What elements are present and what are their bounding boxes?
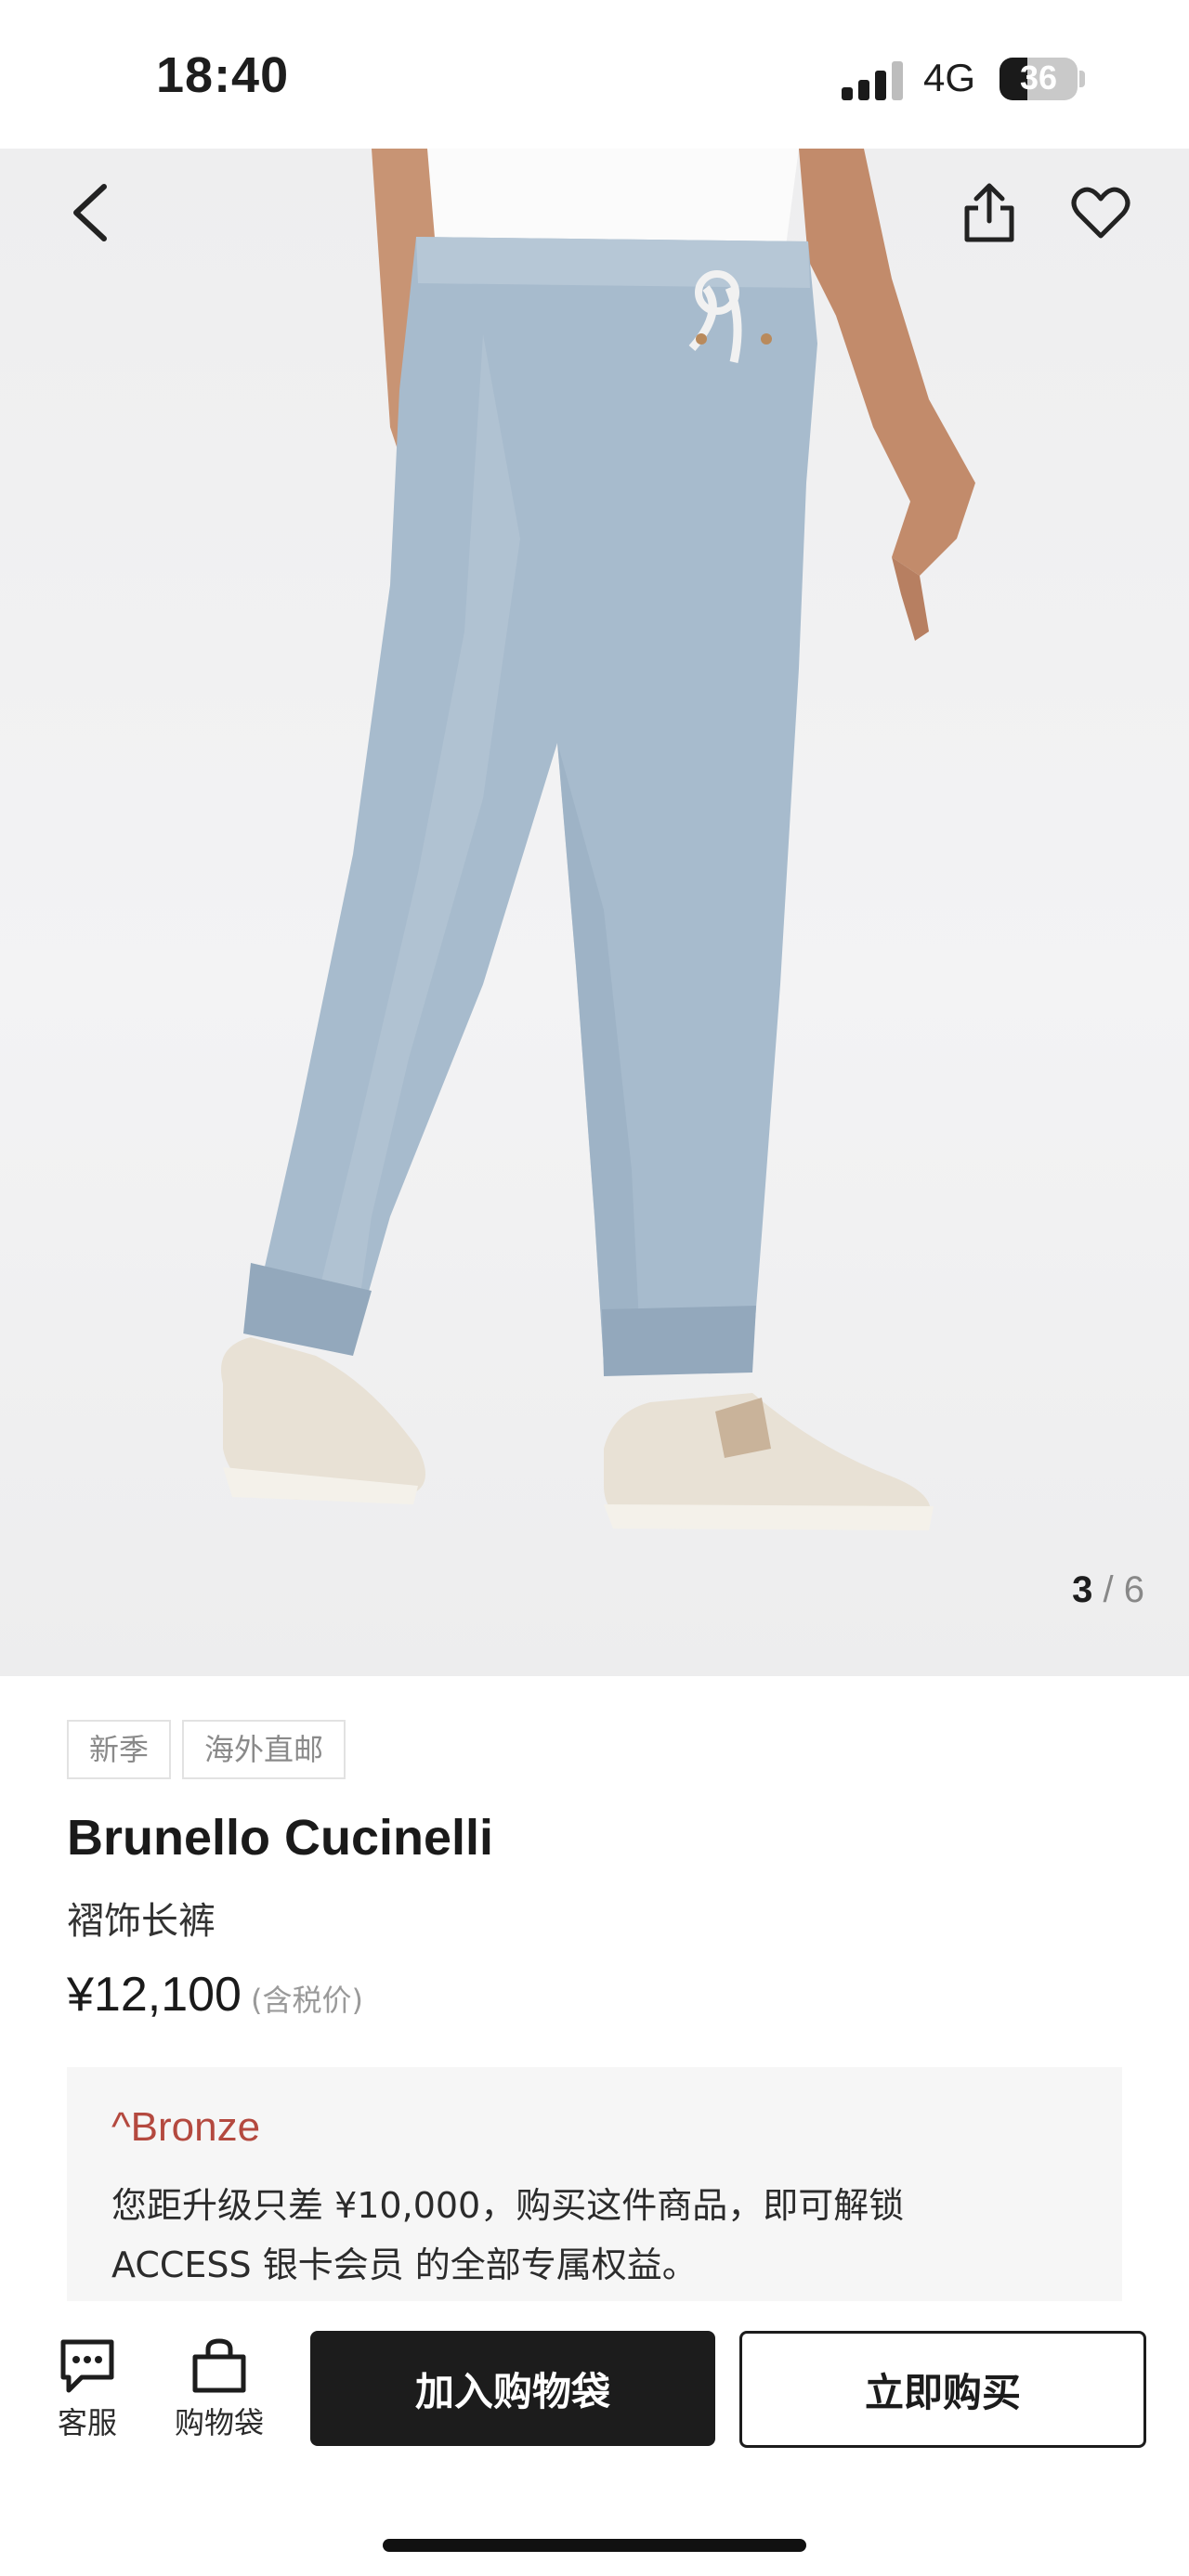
status-bar: 18:40 4G 36 xyxy=(0,0,1189,149)
heart-icon xyxy=(1071,187,1130,239)
image-total: 6 xyxy=(1123,1569,1144,1610)
back-button[interactable] xyxy=(48,171,132,254)
image-counter: 3 / 6 xyxy=(1072,1569,1144,1611)
brand-name[interactable]: Brunello Cucinelli xyxy=(67,1809,493,1867)
chat-icon xyxy=(60,2339,114,2393)
image-separator: / xyxy=(1103,1569,1114,1610)
price: ¥12,100 (含税价) xyxy=(67,1967,363,2023)
chevron-left-icon xyxy=(73,184,107,241)
bottom-action-bar: 客服 购物袋 加入购物袋 立即购买 xyxy=(0,2301,1189,2576)
home-indicator[interactable] xyxy=(383,2539,806,2552)
battery-percent: 36 xyxy=(1019,59,1058,97)
shopping-bag-label: 购物袋 xyxy=(175,2405,265,2440)
tag-overseas-shipping: 海外直邮 xyxy=(182,1720,346,1779)
tag-new-season: 新季 xyxy=(67,1720,172,1779)
membership-text-line1: 您距升级只差 ¥10,000，购买这件商品，即可解锁 xyxy=(111,2185,905,2226)
product-image-gallery[interactable]: 3 / 6 xyxy=(0,149,1189,1676)
network-label: 4G xyxy=(923,56,976,99)
signal-icon xyxy=(842,61,905,100)
battery-cap xyxy=(1079,71,1085,87)
image-index: 3 xyxy=(1072,1569,1093,1610)
customer-service-label: 客服 xyxy=(58,2405,118,2440)
product-name: 褶饰长裤 xyxy=(67,1900,216,1943)
buy-now-button[interactable]: 立即购买 xyxy=(739,2331,1146,2448)
favorite-button[interactable] xyxy=(1059,171,1143,254)
membership-tier: ^Bronze xyxy=(111,2104,261,2150)
membership-banner[interactable]: ^Bronze 您距升级只差 ¥10,000，购买这件商品，即可解锁 ACCES… xyxy=(67,2067,1122,2301)
product-tags: 新季 海外直邮 xyxy=(67,1720,346,1779)
battery-icon: 36 xyxy=(1000,58,1078,100)
tax-note: (含税价) xyxy=(250,1983,363,2018)
product-photo xyxy=(221,149,975,1530)
status-time: 18:40 xyxy=(156,47,290,103)
share-button[interactable] xyxy=(947,171,1031,254)
membership-text-line2: ACCESS 银卡会员 的全部专属权益。 xyxy=(111,2244,698,2285)
add-to-bag-button[interactable]: 加入购物袋 xyxy=(310,2331,715,2446)
share-icon xyxy=(964,183,1014,242)
bag-icon xyxy=(192,2338,246,2393)
customer-service-button[interactable]: 客服 xyxy=(58,2338,117,2442)
shopping-bag-button[interactable]: 购物袋 xyxy=(175,2338,264,2442)
price-value: ¥12,100 xyxy=(67,1968,242,2022)
